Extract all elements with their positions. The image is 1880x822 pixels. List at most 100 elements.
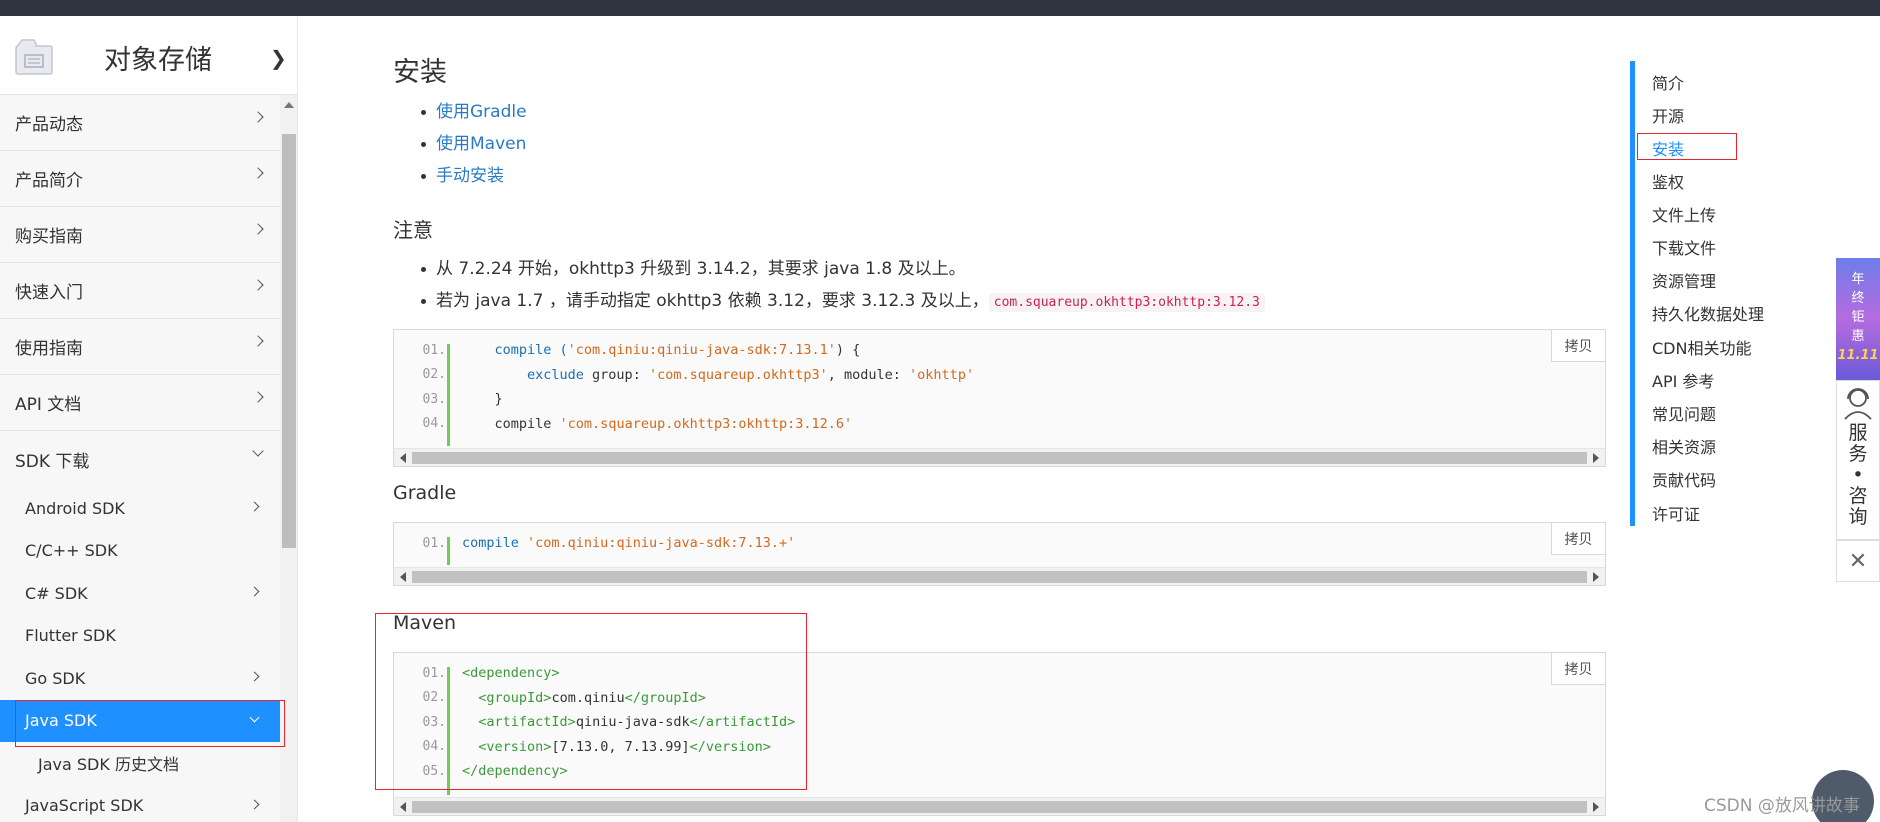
code-scrollbar-thumb[interactable] [412,801,1587,813]
scroll-left-arrow-icon[interactable] [400,572,406,582]
scroll-right-arrow-icon[interactable] [1593,453,1599,463]
promo-text: 钜 [1851,310,1865,325]
toc-item-install[interactable]: 安装 [1652,136,1684,160]
sidebar-item-csharp-sdk[interactable]: C# SDK [0,572,280,615]
sidebar-item-android-sdk[interactable]: Android SDK [0,487,280,530]
notice-heading: 注意 [393,218,433,242]
chevron-right-icon [252,167,264,179]
toc-item-resource-mgmt[interactable]: 资源管理 [1652,268,1716,292]
toc-item-related-resources[interactable]: 相关资源 [1652,434,1716,458]
toc-item-api-reference[interactable]: API 参考 [1652,368,1714,392]
scroll-right-arrow-icon[interactable] [1593,572,1599,582]
close-icon[interactable]: ✕ [1836,540,1880,582]
code-line: 01. compile 'com.qiniu:qiniu-java-sdk:7.1… [394,531,1605,556]
sidebar-item-label: API 文档 [15,395,82,415]
service-text: 询 [1848,506,1868,528]
chevron-right-icon [249,799,260,809]
code-scrollbar-thumb[interactable] [412,571,1587,583]
sidebar-item-flutter-sdk[interactable]: Flutter SDK [0,615,280,658]
sidebar-item-quick-start[interactable]: 快速入门 [0,263,280,319]
chevron-down-icon [252,445,264,457]
sidebar-item-go-sdk[interactable]: Go SDK [0,657,280,700]
copy-button[interactable]: 拷贝 [1551,330,1605,362]
code-line: 02. exclude group: 'com.squareup.okhttp3… [394,363,1605,388]
line-number: 03. [422,391,446,407]
chevron-right-icon [252,335,264,347]
copy-button[interactable]: 拷贝 [1551,653,1605,685]
sidebar-item-javascript-sdk[interactable]: JavaScript SDK [0,785,280,822]
sidebar-item-label: C# SDK [25,583,88,603]
code-scrollbar[interactable] [394,448,1605,466]
code-scrollbar-thumb[interactable] [412,452,1587,464]
sidebar-scrollbar-thumb[interactable] [282,134,296,548]
promo-text: 惠 [1851,329,1865,344]
line-number: 02. [422,690,446,706]
toc-item-auth[interactable]: 鉴权 [1652,169,1684,193]
code-block-gradle: 01. compile 'com.qiniu:qiniu-java-sdk:7.1… [393,522,1606,586]
chevron-right-icon [252,111,264,123]
line-number: 04. [422,739,446,755]
toc-item-intro[interactable]: 简介 [1652,70,1684,94]
top-bar [0,0,1880,16]
watermark: CSDN @放风讲故事 [1704,796,1860,816]
sidebar-item-label: Java SDK [25,711,97,731]
sidebar-item-java-sdk[interactable]: Java SDK [0,699,280,742]
customer-service-icon [1844,388,1872,420]
scroll-left-arrow-icon[interactable] [400,802,406,812]
sidebar-header[interactable]: 对象存储 ❯ [0,16,297,95]
sidebar-item-purchase-guide[interactable]: 购买指南 [0,207,280,263]
toc-item-persistent-processing[interactable]: 持久化数据处理 [1652,301,1764,325]
chevron-right-icon[interactable]: ❯ [270,46,287,70]
code-lines: 01. compile 'com.qiniu:qiniu-java-sdk:7.1… [394,523,1605,562]
gradle-heading: Gradle [393,482,457,504]
sidebar-item-label: 快速入门 [15,283,83,303]
maven-heading: Maven [393,612,457,634]
scroll-left-arrow-icon[interactable] [400,453,406,463]
code-scrollbar[interactable] [394,567,1605,585]
promo-text: 11.11 [1837,348,1879,363]
code-lines: 01. <dependency> 02. <groupId>com.qiniu</… [394,653,1605,790]
sidebar-item-c-cpp-sdk[interactable]: C/C++ SDK [0,530,280,573]
copy-button[interactable]: 拷贝 [1551,523,1605,555]
scroll-right-arrow-icon[interactable] [1593,802,1599,812]
sidebar-item-label: SDK 下载 [15,451,90,472]
chevron-right-icon [249,671,260,682]
toc-item-upload[interactable]: 文件上传 [1652,202,1716,226]
toc-item-contribute[interactable]: 贡献代码 [1652,467,1716,491]
promo-banner[interactable]: 年 终 钜 惠 11.11 [1836,258,1880,380]
list-item: 手动安装 [421,160,527,192]
service-consult-button[interactable]: 服 务 • 咨 询 [1836,380,1880,540]
toc-item-download[interactable]: 下载文件 [1652,235,1716,259]
sidebar-item-label: 产品简介 [15,171,83,191]
sidebar-item-label: 购买指南 [15,227,83,247]
code-line: 04. <version>[7.13.0, 7.13.99]</version> [394,735,1605,760]
toc-item-cdn[interactable]: CDN相关功能 [1652,335,1751,359]
promo-text: 年 [1851,272,1865,287]
scroll-up-arrow-icon[interactable] [284,102,294,108]
code-line: 01. compile ('com.qiniu:qiniu-java-sdk:7… [394,338,1605,363]
inline-code: com.squareup.okhttp3:okhttp:3.12.3 [988,293,1265,312]
link-use-maven[interactable]: 使用Maven [436,134,526,154]
toc-item-faq[interactable]: 常见问题 [1652,401,1716,425]
sidebar-item-sdk-download[interactable]: SDK 下载 [0,431,280,487]
chevron-right-icon [249,586,260,597]
line-number: 02. [422,367,446,383]
list-item: 从 7.2.24 开始，okhttp3 升级到 3.14.2，其要求 java … [421,253,1265,285]
code-line: 03. <artifactId>qiniu-java-sdk</artifact… [394,710,1605,735]
sidebar-item-label: C/C++ SDK [25,541,118,561]
code-scrollbar[interactable] [394,797,1605,815]
toc-item-license[interactable]: 许可证 [1652,501,1700,525]
code-block-maven: 01. <dependency> 02. <groupId>com.qiniu</… [393,652,1606,816]
sidebar-item-product-news[interactable]: 产品动态 [0,95,280,151]
sidebar-item-api-docs[interactable]: API 文档 [0,375,280,431]
chevron-right-icon [252,223,264,235]
chevron-right-icon [249,501,260,512]
link-use-gradle[interactable]: 使用Gradle [436,102,527,122]
toc-item-open-source[interactable]: 开源 [1652,103,1684,127]
sidebar-item-java-sdk-history[interactable]: Java SDK 历史文档 [0,742,280,785]
sidebar-item-user-guide[interactable]: 使用指南 [0,319,280,375]
link-manual-install[interactable]: 手动安装 [436,166,504,186]
line-number: 01. [422,342,446,358]
sidebar-item-product-intro[interactable]: 产品简介 [0,151,280,207]
install-heading: 安装 [393,57,447,88]
